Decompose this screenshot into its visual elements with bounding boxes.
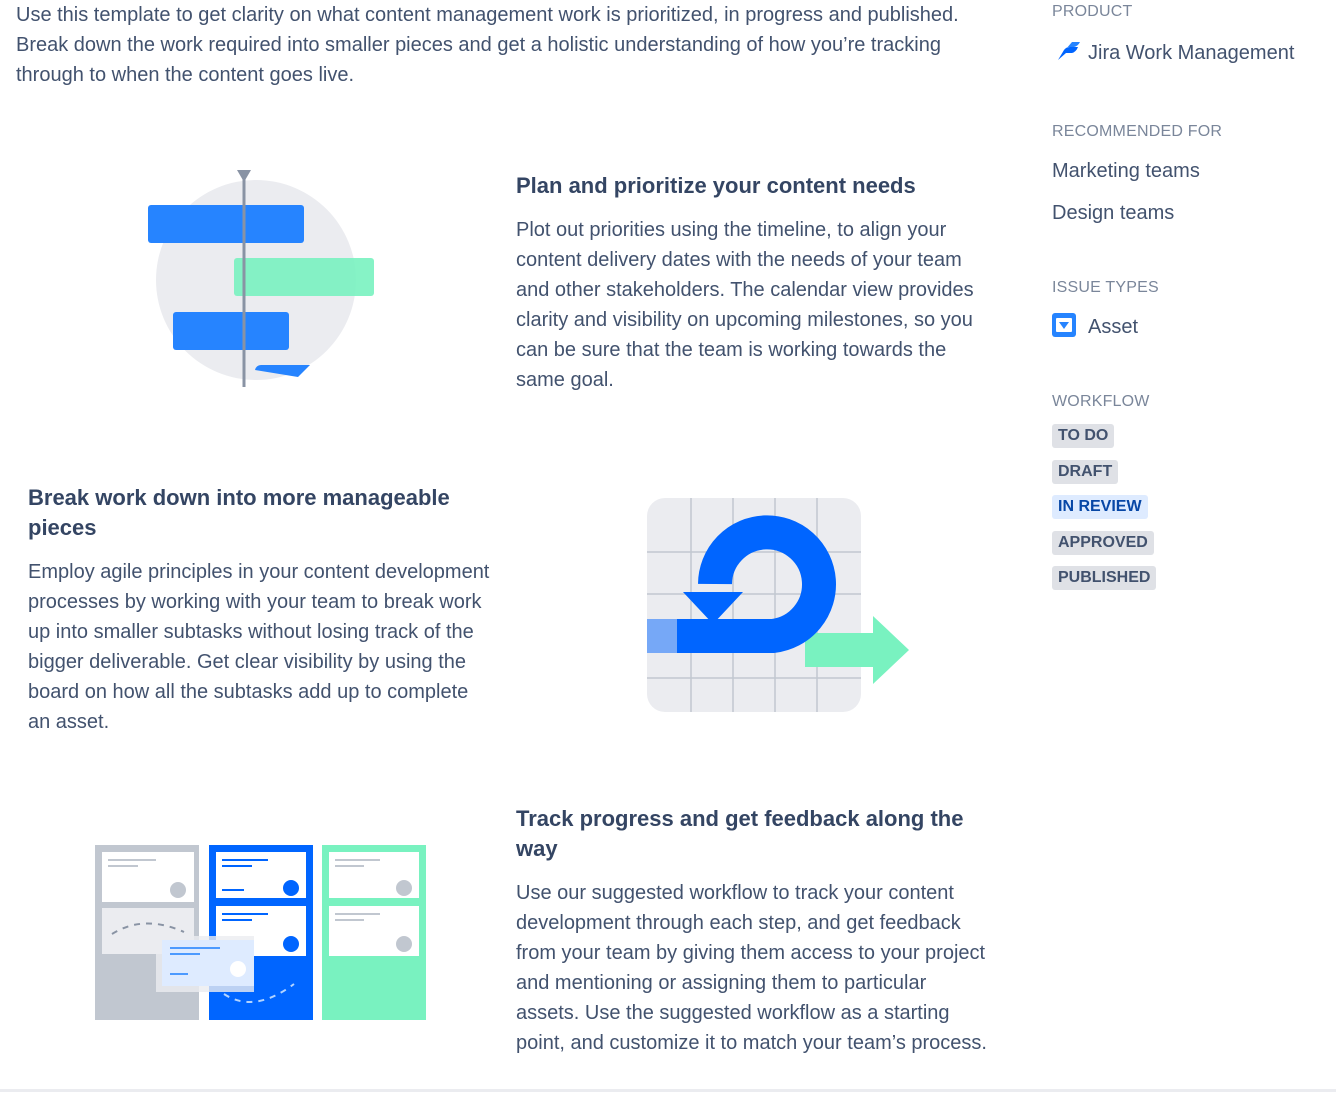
timeline-illustration [140,165,380,395]
recommended-item: Marketing teams [1052,160,1200,182]
bottom-divider [0,1089,1336,1092]
feature-body-plan: Plot out priorities using the timeline, … [516,219,974,391]
feature-title-break-down: Break work down into more manageable pie… [28,485,450,540]
feature-body-track: Use our suggested workflow to track your… [516,882,987,1054]
board-illustration [94,844,428,1024]
asset-issue-icon [1052,313,1076,342]
feature-title-track: Track progress and get feedback along th… [516,806,964,861]
product-label: PRODUCT [1052,3,1133,20]
feature-title-plan: Plan and prioritize your content needs [516,173,916,198]
issue-type-name: Asset [1088,316,1139,338]
feature-body-break-down: Employ agile principles in your content … [28,561,490,733]
workflow-status-draft: DRAFT [1052,460,1119,484]
recommended-item: Design teams [1052,202,1175,224]
product-link[interactable]: Jira Work Management [1056,40,1294,67]
workflow-label: WORKFLOW [1052,393,1150,410]
jira-work-management-logo-icon [1056,40,1082,67]
recommended-for-label: RECOMMENDED FOR [1052,123,1223,140]
workflow-status-published: PUBLISHED [1052,566,1157,590]
agile-loop-illustration [645,496,915,716]
template-description: Use this template to get clarity on what… [16,4,959,86]
issue-types-label: ISSUE TYPES [1052,279,1159,296]
workflow-status-in-review: IN REVIEW [1052,495,1148,519]
workflow-status-approved: APPROVED [1052,531,1154,555]
product-name: Jira Work Management [1088,42,1295,64]
workflow-status-todo: TO DO [1052,424,1115,448]
issue-type-asset: Asset [1052,313,1138,342]
